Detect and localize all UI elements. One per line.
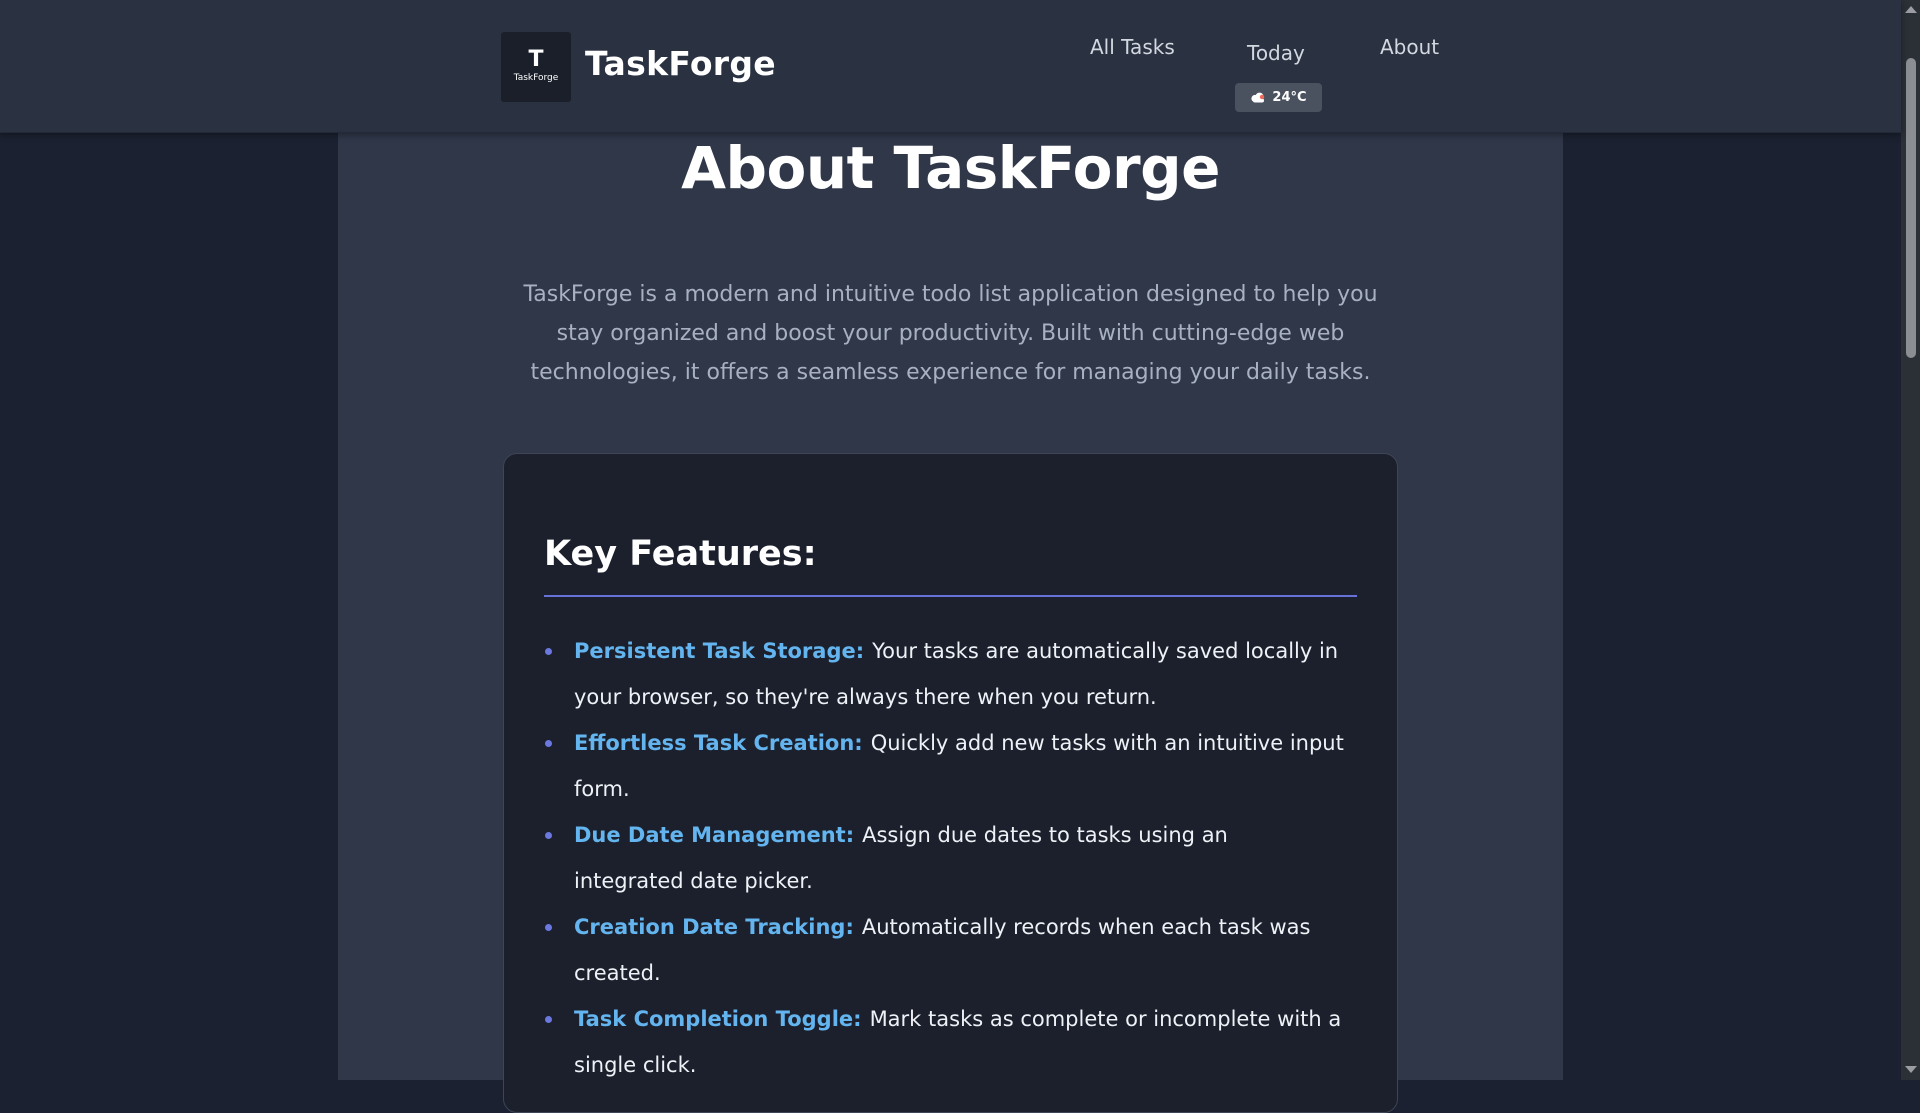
nav-about[interactable]: About bbox=[1380, 35, 1439, 59]
top-navigation-bar: T TaskForge TaskForge All Tasks Today Ab… bbox=[0, 0, 1901, 133]
feature-name: Due Date Management: bbox=[574, 823, 855, 847]
feature-name: Task Completion Toggle: bbox=[574, 1007, 862, 1031]
features-list: Persistent Task Storage: Your tasks are a… bbox=[544, 628, 1344, 1088]
feature-item: Task Completion Toggle: Mark tasks as com… bbox=[544, 996, 1344, 1088]
page-title: About TaskForge bbox=[681, 134, 1220, 202]
logo-glyph: T bbox=[528, 47, 544, 72]
weather-badge: 24°C bbox=[1235, 83, 1322, 112]
nav-today[interactable]: Today bbox=[1247, 41, 1305, 65]
logo-caption: TaskForge bbox=[513, 73, 559, 83]
feature-item: Creation Date Tracking: Automatically rec… bbox=[544, 904, 1344, 996]
heading-divider bbox=[544, 595, 1357, 597]
bullet-dot bbox=[545, 832, 552, 839]
feature-name: Effortless Task Creation: bbox=[574, 731, 863, 755]
about-content-panel: About TaskForge TaskForge is a modern an… bbox=[338, 133, 1563, 1113]
brand-name[interactable]: TaskForge bbox=[585, 44, 776, 83]
bullet-dot bbox=[545, 924, 552, 931]
scroll-down-arrow-icon[interactable] bbox=[1905, 1066, 1917, 1073]
feature-item: Due Date Management: Assign due dates to … bbox=[544, 812, 1344, 904]
nav-all-tasks[interactable]: All Tasks bbox=[1090, 35, 1175, 59]
intro-paragraph: TaskForge is a modern and intuitive todo… bbox=[523, 282, 1378, 385]
features-heading: Key Features: bbox=[544, 534, 817, 574]
features-card: Key Features: Persistent Task Storage: Yo… bbox=[503, 453, 1398, 1113]
scroll-thumb[interactable] bbox=[1906, 58, 1916, 358]
bullet-dot bbox=[545, 1016, 552, 1023]
scroll-up-arrow-icon[interactable] bbox=[1905, 6, 1917, 13]
app-logo[interactable]: T TaskForge bbox=[501, 32, 571, 102]
feature-name: Persistent Task Storage: bbox=[574, 639, 865, 663]
vertical-scrollbar[interactable] bbox=[1901, 0, 1920, 1080]
feature-item: Persistent Task Storage: Your tasks are a… bbox=[544, 628, 1344, 720]
bullet-dot bbox=[545, 648, 552, 655]
feature-name: Creation Date Tracking: bbox=[574, 915, 854, 939]
feature-item: Effortless Task Creation: Quickly add new… bbox=[544, 720, 1344, 812]
weather-temperature: 24°C bbox=[1272, 90, 1307, 105]
bullet-dot bbox=[545, 740, 552, 747]
cloudy-weather-icon bbox=[1250, 92, 1266, 103]
